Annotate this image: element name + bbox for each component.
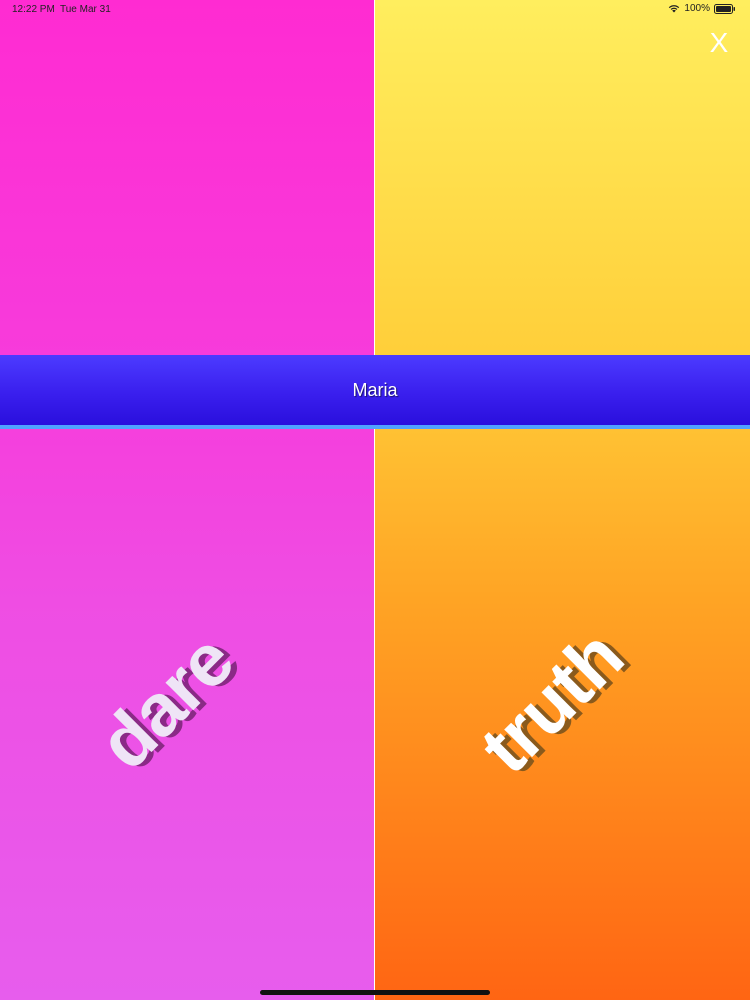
wifi-icon bbox=[668, 4, 680, 13]
panel-divider bbox=[374, 0, 375, 1000]
truth-label: truth bbox=[464, 614, 639, 789]
truth-or-dare-screen: dare truth Maria 12:22 PM Tue Mar 31 100… bbox=[0, 0, 750, 1000]
status-bar: 12:22 PM Tue Mar 31 100% bbox=[0, 0, 750, 18]
status-date: Tue Mar 31 bbox=[60, 4, 111, 15]
truth-panel[interactable]: truth bbox=[375, 0, 750, 1000]
player-name: Maria bbox=[352, 379, 398, 400]
close-button[interactable]: X bbox=[702, 26, 736, 60]
dare-label: dare bbox=[82, 618, 249, 785]
player-name-banner: Maria bbox=[0, 355, 750, 429]
status-time: 12:22 PM bbox=[12, 4, 55, 15]
battery-icon bbox=[714, 3, 736, 14]
home-indicator bbox=[260, 990, 490, 995]
battery-percent: 100% bbox=[684, 3, 710, 14]
dare-panel[interactable]: dare bbox=[0, 0, 374, 1000]
status-indicators: 100% bbox=[668, 3, 736, 14]
